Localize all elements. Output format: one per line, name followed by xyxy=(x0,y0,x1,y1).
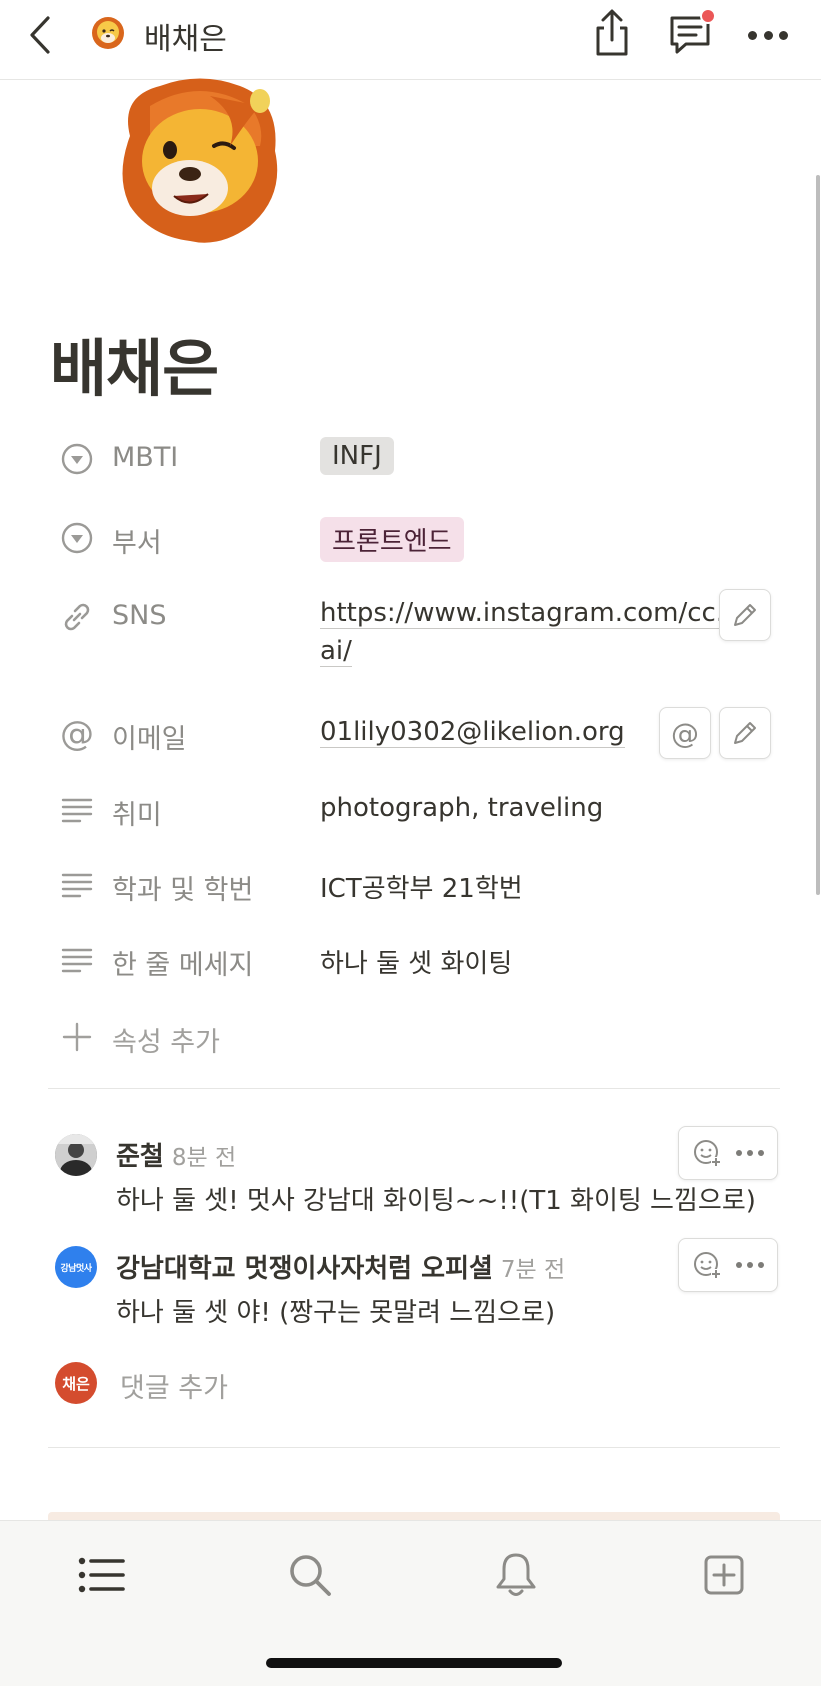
email-link[interactable]: 01lily0302@likelion.org xyxy=(320,717,625,748)
edit-email-button[interactable] xyxy=(719,707,771,759)
pencil-icon xyxy=(734,722,756,744)
nav-pages-button[interactable] xyxy=(72,1545,132,1605)
text-icon xyxy=(58,791,96,829)
at-icon: @ xyxy=(671,716,699,750)
property-value[interactable]: 하나 둘 셋 화이팅 xyxy=(320,943,512,980)
property-value[interactable]: 프론트엔드 xyxy=(320,517,464,562)
select-icon xyxy=(58,440,96,478)
list-icon xyxy=(78,1557,125,1593)
org-avatar-text: 강남멋사 xyxy=(60,1263,92,1274)
plus-icon xyxy=(58,1018,96,1056)
pencil-icon xyxy=(734,604,756,626)
nav-search-button[interactable] xyxy=(280,1545,340,1605)
divider xyxy=(48,1088,780,1089)
mbti-tag[interactable]: INFJ xyxy=(320,437,394,475)
property-value[interactable]: INFJ xyxy=(320,437,394,475)
comment-time: 7분 전 xyxy=(500,1257,566,1283)
more-icon[interactable] xyxy=(736,1262,764,1268)
department-tag[interactable]: 프론트엔드 xyxy=(320,517,464,562)
new-page-icon xyxy=(704,1555,744,1595)
property-mbti[interactable]: MBTI INFJ xyxy=(58,437,778,486)
add-property-button[interactable]: 속성 추가 xyxy=(58,1018,358,1064)
property-department[interactable]: 부서 프론트엔드 xyxy=(58,517,778,565)
nav-notifications-button[interactable] xyxy=(486,1545,546,1605)
at-icon: @ xyxy=(60,714,94,754)
add-reaction-icon[interactable] xyxy=(692,1250,722,1280)
select-icon xyxy=(58,519,96,557)
nav-new-page-button[interactable] xyxy=(694,1545,754,1605)
page-title[interactable]: 배채은 xyxy=(50,318,219,408)
search-icon xyxy=(290,1555,331,1596)
notification-dot xyxy=(700,8,716,24)
more-dot xyxy=(779,30,788,40)
comment-actions xyxy=(678,1126,778,1180)
sns-link-line1[interactable]: https://www.instagram.com/cc. xyxy=(320,598,725,629)
header-title: 배채은 xyxy=(144,22,227,57)
more-options-button[interactable] xyxy=(744,18,792,52)
comment-author-name: 준철 xyxy=(116,1142,164,1172)
page-icon-lion[interactable] xyxy=(110,76,290,246)
text-icon xyxy=(58,866,96,904)
property-name: 한 줄 메세지 xyxy=(112,950,254,981)
add-property-label: 속성 추가 xyxy=(112,1027,220,1058)
user-avatar: 채은 xyxy=(55,1362,97,1404)
more-dot xyxy=(748,30,757,40)
property-name: 부서 xyxy=(112,528,162,559)
sns-link[interactable]: https://www.instagram.com/cc. ai/ xyxy=(320,598,725,667)
property-value[interactable]: ICT공학부 21학번 xyxy=(320,868,523,905)
more-icon[interactable] xyxy=(736,1150,764,1156)
property-name: 취미 xyxy=(112,800,162,831)
scrollbar[interactable] xyxy=(816,175,820,895)
send-email-button[interactable]: @ xyxy=(659,707,711,759)
property-sns[interactable]: SNS https://www.instagram.com/cc. ai/ xyxy=(58,598,778,678)
property-value[interactable]: 01lily0302@likelion.org xyxy=(320,717,625,748)
share-button[interactable] xyxy=(590,8,634,58)
property-name: SNS xyxy=(112,600,167,631)
property-major[interactable]: 학과 및 학번 ICT공학부 21학번 xyxy=(58,866,778,912)
sns-link-line2[interactable]: ai/ xyxy=(320,636,352,667)
property-message[interactable]: 한 줄 메세지 하나 둘 셋 화이팅 xyxy=(58,941,778,987)
comment-actions xyxy=(678,1238,778,1292)
back-button[interactable] xyxy=(22,12,58,58)
property-name: 이메일 xyxy=(112,724,187,755)
divider xyxy=(48,1447,780,1448)
comment-body: 하나 둘 셋 야! (짱구는 못말려 느낌으로) xyxy=(116,1298,556,1328)
more-dot xyxy=(763,30,773,40)
comment-author: 강남대학교 멋쟁이사자처럼 오피셜 7분 전 xyxy=(116,1248,565,1285)
property-name: MBTI xyxy=(112,442,179,473)
chevron-left-icon xyxy=(30,16,50,54)
comment-author-name: 강남대학교 멋쟁이사자처럼 오피셜 xyxy=(116,1254,493,1284)
property-value[interactable]: photograph, traveling xyxy=(320,793,603,823)
org-avatar[interactable]: 강남멋사 xyxy=(55,1246,97,1288)
avatar[interactable] xyxy=(55,1134,97,1176)
comment-author: 준철 8분 전 xyxy=(116,1136,236,1173)
page-emoji-small xyxy=(90,14,126,50)
text-icon xyxy=(58,941,96,979)
link-icon xyxy=(58,598,96,636)
comment-body: 하나 둘 셋! 멋사 강남대 화이팅~~!!(T1 화이팅 느낌으로) xyxy=(116,1186,756,1216)
add-reaction-icon[interactable] xyxy=(692,1138,722,1168)
comment-time: 8분 전 xyxy=(171,1145,237,1171)
comment-input[interactable]: 댓글 추가 xyxy=(120,1366,228,1405)
home-indicator[interactable] xyxy=(266,1658,562,1668)
share-icon xyxy=(596,9,628,56)
property-name: 학과 및 학번 xyxy=(112,875,254,906)
edit-sns-button[interactable] xyxy=(719,589,771,641)
property-hobby[interactable]: 취미 photograph, traveling xyxy=(58,791,778,837)
user-avatar-text: 채은 xyxy=(62,1374,90,1393)
top-bar: 배채은 xyxy=(0,0,821,80)
bell-icon xyxy=(496,1553,536,1596)
